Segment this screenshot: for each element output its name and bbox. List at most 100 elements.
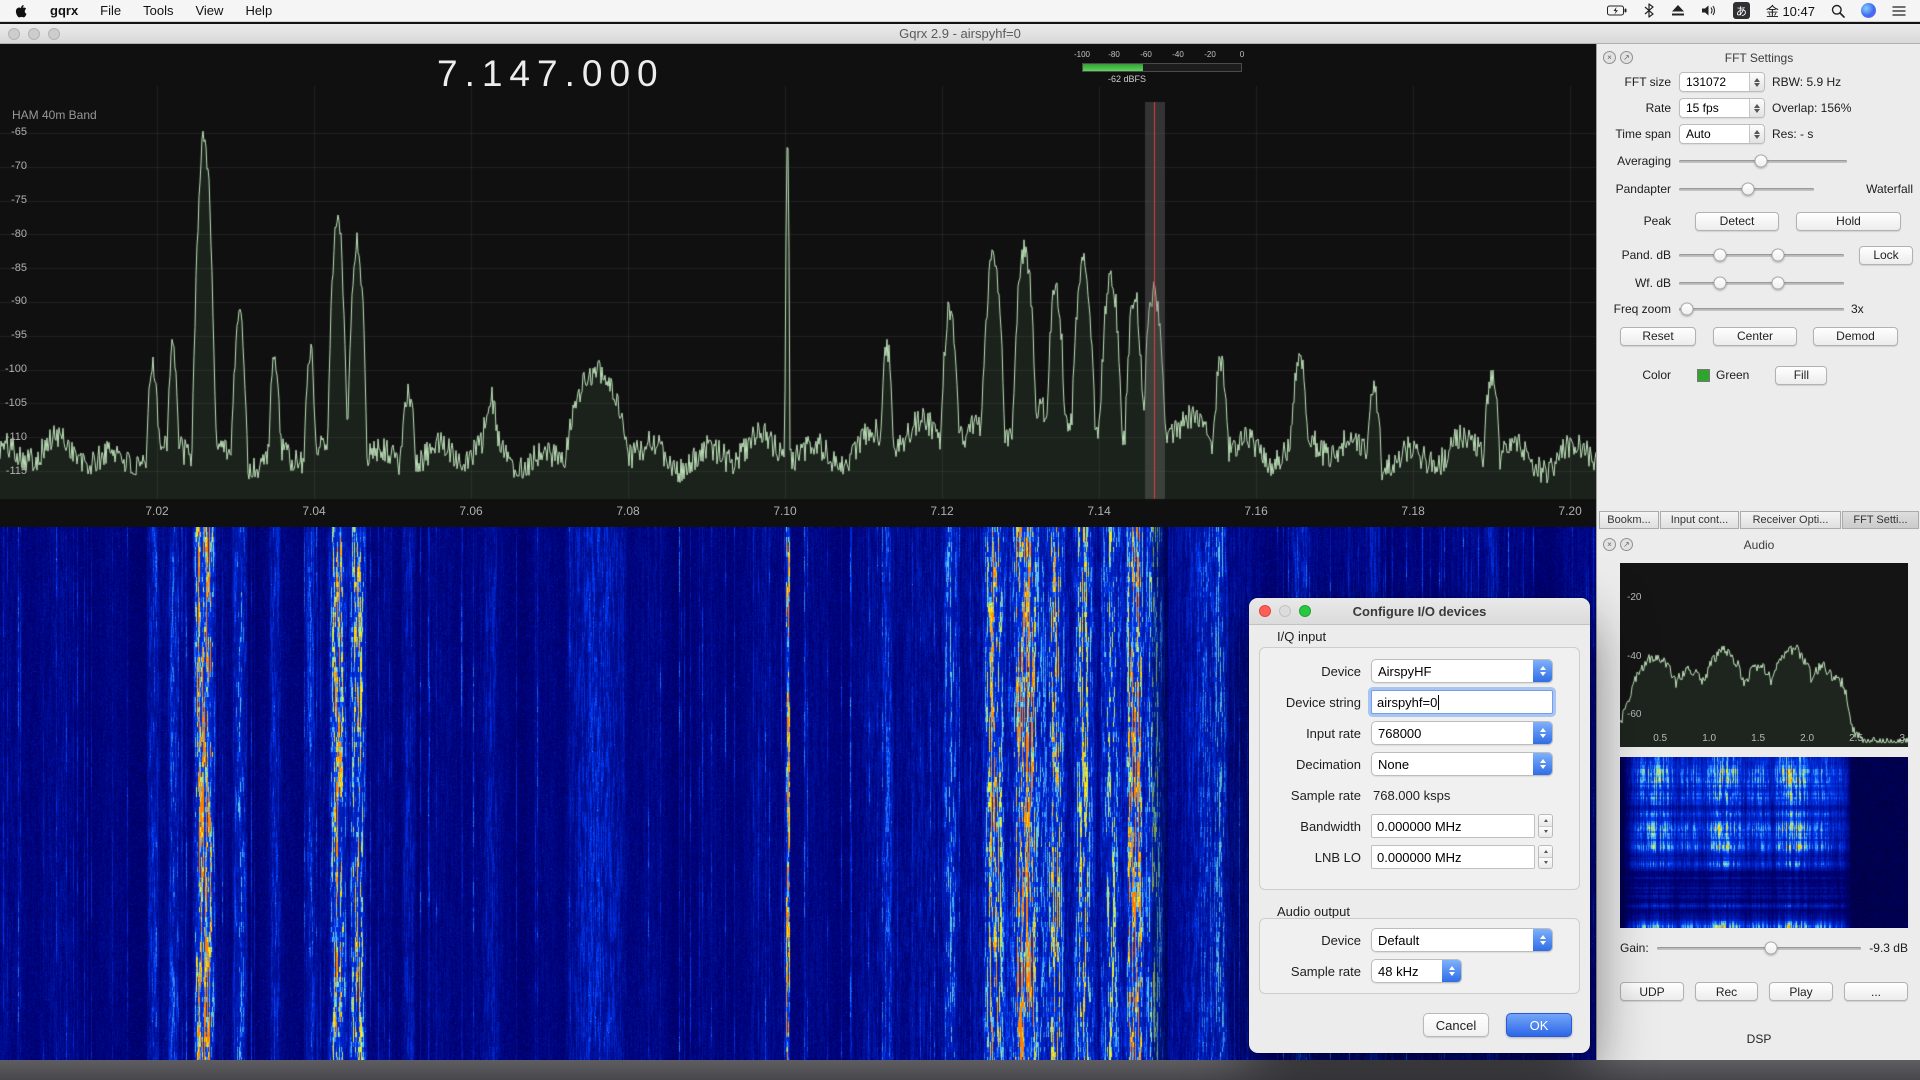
audio-device-combo[interactable]: Default [1371, 928, 1553, 952]
window-titlebar[interactable]: Gqrx 2.9 - airspyhf=0 [0, 24, 1920, 44]
window-zoom-button[interactable] [48, 28, 60, 40]
tab-receiver-options[interactable]: Receiver Opti... [1740, 511, 1841, 529]
time-span-combo[interactable]: Auto [1679, 124, 1765, 144]
dock-close-icon[interactable]: × [1603, 51, 1616, 64]
wf-db-range-slider[interactable] [1679, 275, 1844, 291]
cancel-button[interactable]: Cancel [1423, 1013, 1489, 1037]
bandwidth-field[interactable]: 0.000000 MHz [1371, 814, 1535, 838]
gain-row: Gain: -9.3 dB [1620, 940, 1908, 956]
peak-detect-button[interactable]: Detect [1695, 212, 1779, 231]
pand-lock-button[interactable]: Lock [1859, 246, 1913, 265]
bluetooth-icon[interactable] [1643, 3, 1655, 18]
audio-db-tick-label: -60 [1627, 709, 1641, 720]
stepper-down-icon[interactable] [1539, 827, 1552, 838]
window-minimize-button[interactable] [28, 28, 40, 40]
bandwidth-stepper[interactable] [1538, 814, 1553, 838]
dock-float-icon[interactable]: ↗ [1620, 51, 1633, 64]
fill-button[interactable]: Fill [1775, 366, 1827, 385]
slider-knob[interactable] [1772, 249, 1785, 262]
slider-knob[interactable] [1681, 303, 1694, 316]
audio-freq-tick-label: 0.5 [1653, 733, 1667, 744]
udp-button[interactable]: UDP [1620, 982, 1684, 1001]
input-source-icon[interactable]: あ [1733, 2, 1750, 19]
audio-sample-rate-combo[interactable]: 48 kHz [1371, 959, 1462, 983]
slider-knob[interactable] [1741, 183, 1754, 196]
stepper-up-icon[interactable] [1539, 815, 1552, 827]
audio-dock-header: × ↗ Audio [1597, 535, 1920, 555]
menu-help[interactable]: Help [245, 3, 272, 18]
play-button[interactable]: Play [1769, 982, 1833, 1001]
notification-center-icon[interactable] [1892, 5, 1906, 17]
tab-fft-settings[interactable]: FFT Setti... [1842, 511, 1919, 529]
menu-view[interactable]: View [195, 3, 223, 18]
menu-clock[interactable]: 金 10:47 [1766, 1, 1815, 20]
window-close-button[interactable] [8, 28, 20, 40]
dsp-button[interactable]: DSP [1597, 1032, 1920, 1046]
fft-size-combo[interactable]: 131072 [1679, 72, 1765, 92]
frequency-display[interactable]: 7.147.000 [437, 53, 665, 95]
demod-button[interactable]: Demod [1813, 327, 1898, 346]
lnb-lo-stepper[interactable] [1538, 845, 1553, 869]
freq-zoom-slider[interactable] [1679, 301, 1844, 317]
volume-icon[interactable] [1701, 4, 1717, 17]
gain-slider[interactable] [1657, 940, 1862, 956]
slider-track [1679, 282, 1844, 285]
stepper-up-icon[interactable] [1539, 846, 1552, 858]
apple-menu-icon[interactable] [14, 3, 28, 19]
siri-icon[interactable] [1861, 3, 1876, 18]
dock-panel: × ↗ FFT Settings FFT size 131072 RBW: 5.… [1596, 44, 1920, 1060]
peak-hold-button[interactable]: Hold [1796, 212, 1901, 231]
meter-tick-label: -60 [1140, 50, 1152, 59]
eject-icon[interactable] [1671, 4, 1685, 17]
dialog-titlebar[interactable]: Configure I/O devices [1249, 598, 1590, 625]
pand-db-range-slider[interactable] [1679, 247, 1844, 263]
dock-close-icon[interactable]: × [1603, 538, 1616, 551]
center-button[interactable]: Center [1713, 327, 1797, 346]
db-tick-label: -80 [0, 228, 27, 240]
tab-bookmarks[interactable]: Bookm... [1599, 511, 1659, 529]
menu-tools[interactable]: Tools [143, 3, 173, 18]
ok-button[interactable]: OK [1506, 1013, 1572, 1037]
dialog-zoom-button[interactable] [1299, 605, 1311, 617]
more-button[interactable]: ... [1844, 982, 1908, 1001]
meter-tick-label: -100 [1074, 50, 1090, 59]
lnb-lo-field[interactable]: 0.000000 MHz [1371, 845, 1535, 869]
rate-combo[interactable]: 15 fps [1679, 98, 1765, 118]
device-string-input[interactable]: airspyhf=0 [1371, 690, 1553, 714]
freq-tick-label: 7.06 [459, 504, 482, 518]
audio-spectrum-canvas[interactable] [1620, 563, 1908, 747]
menu-file[interactable]: File [100, 3, 121, 18]
stepper-down-icon[interactable] [1539, 858, 1552, 869]
combo-arrows-icon [1533, 660, 1552, 682]
slider-knob[interactable] [1714, 277, 1727, 290]
audio-spectrum: 0.51.01.52.02.53 -20-40-60 [1620, 563, 1908, 747]
fft-color-swatch[interactable] [1697, 369, 1710, 382]
decimation-combo[interactable]: None [1371, 752, 1553, 776]
db-tick-label: -100 [0, 363, 27, 375]
freq-zoom-value: 3x [1851, 302, 1864, 316]
dialog-close-button[interactable] [1259, 605, 1271, 617]
battery-icon[interactable] [1607, 5, 1627, 17]
averaging-slider[interactable] [1679, 153, 1847, 169]
dock-float-icon[interactable]: ↗ [1620, 538, 1633, 551]
input-rate-combo[interactable]: 768000 [1371, 721, 1553, 745]
audio-dock-buttons: × ↗ [1603, 538, 1633, 551]
lnb-lo-value: 0.000000 MHz [1377, 850, 1462, 865]
color-value: Green [1716, 368, 1749, 382]
slider-knob[interactable] [1765, 942, 1778, 955]
reset-button[interactable]: Reset [1620, 327, 1696, 346]
slider-knob[interactable] [1772, 277, 1785, 290]
spectrum-canvas[interactable] [0, 44, 1596, 527]
menu-app-gqrx[interactable]: gqrx [50, 3, 78, 18]
audio-sample-rate-row: Sample rate 48 kHz [1264, 958, 1569, 984]
pandapter-waterfall-slider[interactable] [1679, 181, 1814, 197]
rec-button[interactable]: Rec [1695, 982, 1758, 1001]
spotlight-icon[interactable] [1831, 4, 1845, 18]
iq-device-combo[interactable]: AirspyHF [1371, 659, 1553, 683]
audio-waterfall-canvas[interactable] [1620, 757, 1908, 928]
slider-knob[interactable] [1714, 249, 1727, 262]
tab-input-controls[interactable]: Input cont... [1660, 511, 1739, 529]
db-tick-label: -105 [0, 397, 27, 409]
audio-waterfall [1620, 757, 1908, 928]
slider-knob[interactable] [1755, 155, 1768, 168]
